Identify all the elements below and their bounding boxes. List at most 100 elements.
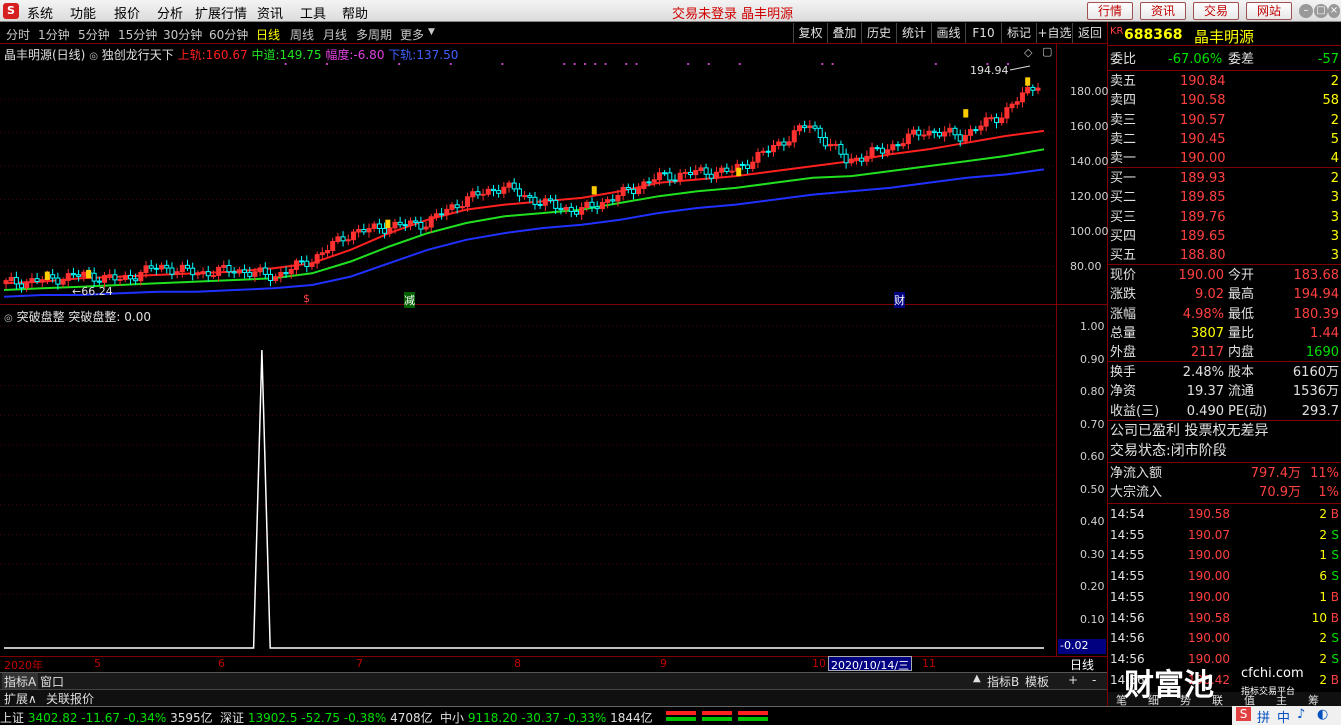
candle[interactable] <box>501 182 507 198</box>
candle[interactable] <box>999 112 1005 126</box>
candle[interactable] <box>169 262 175 280</box>
candle[interactable] <box>568 202 574 218</box>
candle[interactable] <box>490 185 496 197</box>
candle[interactable] <box>1004 102 1010 124</box>
tab-indicator-b[interactable]: 指标B <box>985 673 1021 690</box>
bid-row[interactable]: 买一 189.93 2 <box>1110 169 1341 188</box>
top-button-website[interactable]: 网站 <box>1246 2 1292 20</box>
candle[interactable] <box>257 264 263 277</box>
ask-row[interactable]: 卖一 190.00 4 <box>1110 149 1341 168</box>
candle[interactable] <box>242 264 248 279</box>
minimize-icon[interactable]: – <box>1299 4 1313 18</box>
period-tab-more[interactable]: 更多 <box>400 26 424 43</box>
candle[interactable] <box>537 198 543 209</box>
candle[interactable] <box>952 125 958 140</box>
candle[interactable] <box>724 163 730 175</box>
candle[interactable] <box>833 140 839 150</box>
candle[interactable] <box>516 183 522 202</box>
candle[interactable] <box>1035 82 1041 95</box>
candle[interactable] <box>822 132 828 150</box>
candle[interactable] <box>190 262 196 281</box>
tab-template[interactable]: 模板 <box>1023 673 1051 690</box>
candle[interactable] <box>662 170 668 176</box>
candle[interactable] <box>185 259 191 271</box>
candle[interactable] <box>361 223 367 235</box>
toolbar-adjust-button[interactable]: 复权 <box>793 23 827 43</box>
candle[interactable] <box>1014 96 1020 109</box>
candle[interactable] <box>532 191 538 210</box>
event-mark-dividend[interactable]: $ <box>303 292 310 305</box>
candle[interactable] <box>314 251 320 269</box>
ask-row[interactable]: 卖二 190.45 5 <box>1110 130 1341 149</box>
tab-related-quote[interactable]: 关联报价 <box>44 690 96 707</box>
toolbar-draw-button[interactable]: 画线 <box>931 23 965 43</box>
candle[interactable] <box>781 137 787 151</box>
menu-analysis[interactable]: 分析 <box>157 3 183 22</box>
candle[interactable] <box>625 183 631 194</box>
candle[interactable] <box>542 194 548 212</box>
candle[interactable] <box>216 264 222 282</box>
candle[interactable] <box>366 223 372 238</box>
tab-window[interactable]: 窗口 <box>38 673 66 690</box>
candle[interactable] <box>817 125 823 144</box>
period-tab-multi[interactable]: 多周期 <box>356 26 392 43</box>
candle[interactable] <box>433 209 439 221</box>
bid-row[interactable]: 买三 189.76 3 <box>1110 208 1341 227</box>
candle[interactable] <box>444 204 450 221</box>
toolbar-back-button[interactable]: 返回 <box>1072 23 1107 43</box>
candle[interactable] <box>988 114 994 122</box>
candle[interactable] <box>594 201 600 214</box>
candle[interactable] <box>439 207 445 220</box>
candle[interactable] <box>195 270 201 280</box>
candle[interactable] <box>755 148 761 169</box>
candle[interactable] <box>470 188 476 202</box>
candle[interactable] <box>231 267 237 279</box>
toolbar-f10-button[interactable]: F10 <box>965 23 1001 43</box>
candle[interactable] <box>247 266 253 280</box>
toolbar-stats-button[interactable]: 统计 <box>896 23 931 43</box>
ime-logo-icon[interactable]: S <box>1236 707 1251 721</box>
candle[interactable] <box>226 259 232 277</box>
candle[interactable] <box>122 271 128 283</box>
candle[interactable] <box>91 267 97 287</box>
candle[interactable] <box>496 184 502 198</box>
candle[interactable] <box>159 262 165 273</box>
candle[interactable] <box>693 164 699 181</box>
index-sme[interactable]: 中小 9118.20 -30.37 -0.33% 1844亿 <box>440 709 653 725</box>
axis-mode-label[interactable]: 日线 <box>1058 656 1106 673</box>
candle[interactable] <box>309 258 315 270</box>
candle[interactable] <box>796 123 802 136</box>
candle[interactable] <box>475 186 481 199</box>
index-shanghai[interactable]: 上证 3402.82 -11.67 -0.34% 3595亿 <box>0 709 213 725</box>
candle[interactable] <box>900 138 906 150</box>
ime-skin-icon[interactable]: ◐ <box>1317 707 1328 722</box>
candle[interactable] <box>325 244 331 257</box>
candle[interactable] <box>522 191 528 200</box>
toolbar-overlay-button[interactable]: 叠加 <box>827 23 861 43</box>
ask-row[interactable]: 卖三 190.57 2 <box>1110 111 1341 130</box>
candle[interactable] <box>418 216 424 235</box>
candle[interactable] <box>708 168 714 183</box>
candle[interactable] <box>548 195 554 204</box>
candle[interactable] <box>874 145 880 151</box>
candle[interactable] <box>527 192 533 203</box>
candle[interactable] <box>750 156 756 172</box>
candle[interactable] <box>485 185 491 197</box>
candle[interactable] <box>179 261 185 278</box>
period-tab-intraday[interactable]: 分时 <box>6 26 30 43</box>
period-tab-1min[interactable]: 1分钟 <box>38 26 70 43</box>
candle[interactable] <box>812 121 818 132</box>
candle[interactable] <box>164 260 170 274</box>
menu-news[interactable]: 资讯 <box>257 3 283 22</box>
candle[interactable] <box>3 278 9 290</box>
candle[interactable] <box>267 268 273 287</box>
candle[interactable] <box>350 228 356 245</box>
candle[interactable] <box>599 198 605 213</box>
candle[interactable] <box>745 159 751 174</box>
candle[interactable] <box>293 258 299 275</box>
candle[interactable] <box>356 224 362 238</box>
period-tab-60min[interactable]: 60分钟 <box>209 26 248 43</box>
tab-extend[interactable]: 扩展∧ <box>2 690 39 707</box>
ask-row[interactable]: 卖五 190.84 2 <box>1110 72 1341 91</box>
candle[interactable] <box>148 259 154 272</box>
